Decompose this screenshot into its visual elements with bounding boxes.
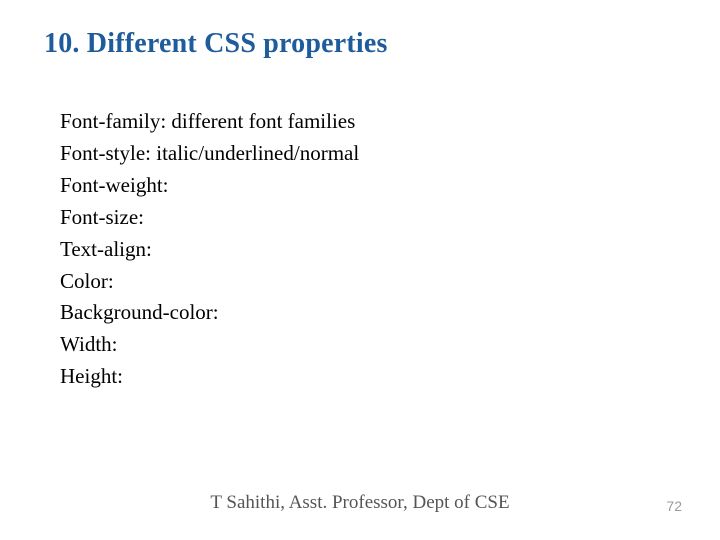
- body-line: Background-color:: [60, 297, 359, 329]
- page-number: 72: [666, 498, 682, 514]
- body-line: Text-align:: [60, 234, 359, 266]
- slide-body: Font-family: different font families Fon…: [60, 106, 359, 393]
- body-line: Width:: [60, 329, 359, 361]
- body-line: Height:: [60, 361, 359, 393]
- slide-title: 10. Different CSS properties: [44, 28, 388, 60]
- body-line: Color:: [60, 266, 359, 298]
- body-line: Font-weight:: [60, 170, 359, 202]
- slide-footer: T Sahithi, Asst. Professor, Dept of CSE: [0, 492, 720, 514]
- slide: 10. Different CSS properties Font-family…: [0, 0, 720, 540]
- body-line: Font-family: different font families: [60, 106, 359, 138]
- body-line: Font-style: italic/underlined/normal: [60, 138, 359, 170]
- body-line: Font-size:: [60, 202, 359, 234]
